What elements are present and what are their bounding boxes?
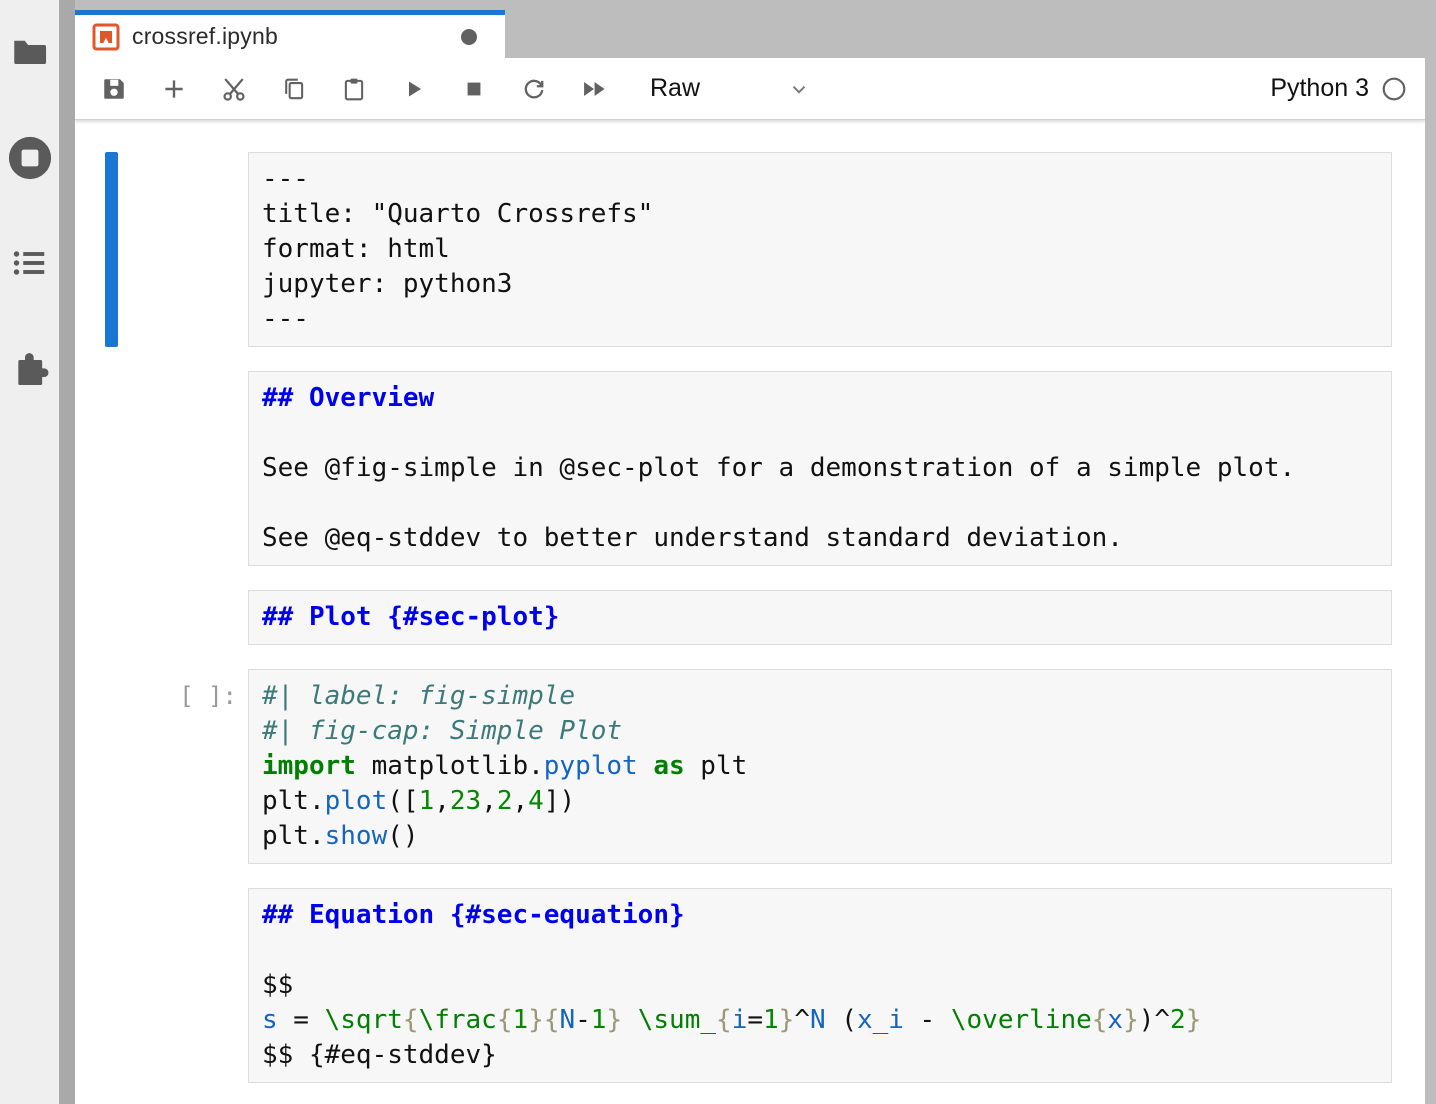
cell-prompt — [75, 888, 248, 1083]
main-panel: crossref.ipynb — [75, 0, 1425, 1104]
code-line: --- — [262, 162, 1378, 197]
cell-type-dropdown[interactable]: Raw — [650, 74, 810, 103]
notebook-area: ---title: "Quarto Crossrefs"format: html… — [75, 120, 1425, 1104]
folder-icon[interactable] — [12, 37, 48, 67]
restart-kernel-button[interactable] — [515, 69, 553, 109]
notebook-icon — [92, 23, 120, 51]
chevron-down-icon — [788, 78, 810, 100]
code-line: #| label: fig-simple — [262, 679, 1378, 714]
notebook-cell-markdown[interactable]: ## Plot {#sec-plot} — [75, 590, 1425, 645]
save-button[interactable] — [95, 69, 133, 109]
sidebar-divider — [59, 0, 75, 1104]
code-line: plt.show() — [262, 819, 1378, 854]
cell-collapser[interactable] — [105, 669, 118, 864]
tab-bar: crossref.ipynb — [75, 0, 1425, 58]
notebook-cell-markdown[interactable]: ## Overview See @fig-simple in @sec-plot… — [75, 371, 1425, 566]
code-line: #| fig-cap: Simple Plot — [262, 714, 1378, 749]
code-line: ## Overview — [262, 381, 1378, 416]
scissors-icon[interactable] — [215, 69, 253, 109]
code-line — [262, 486, 1378, 521]
cell-collapser[interactable] — [105, 888, 118, 1083]
cell-prompt — [75, 371, 248, 566]
code-line: $$ — [262, 968, 1378, 1003]
tab-dirty-indicator[interactable] — [461, 29, 477, 45]
code-line: ## Equation {#sec-equation} — [262, 898, 1378, 933]
cell-prompt — [75, 590, 248, 645]
cell-collapser[interactable] — [105, 590, 118, 645]
code-line: title: "Quarto Crossrefs" — [262, 197, 1378, 232]
cell-collapser[interactable] — [105, 371, 118, 566]
paste-cells-button[interactable] — [335, 69, 373, 109]
kernel-status-icon[interactable] — [1381, 76, 1407, 102]
notebook-cell-raw[interactable]: ---title: "Quarto Crossrefs"format: html… — [75, 152, 1425, 347]
copy-cells-button[interactable] — [275, 69, 313, 109]
window-edge — [1425, 0, 1436, 1104]
cell-editor[interactable]: ## Overview See @fig-simple in @sec-plot… — [248, 371, 1392, 566]
notebook-cell-code[interactable]: [ ]:#| label: fig-simple#| fig-cap: Simp… — [75, 669, 1425, 864]
code-line: --- — [262, 302, 1378, 337]
fast-forward-icon[interactable] — [575, 69, 613, 109]
notebook-toolbar: Raw Python 3 — [75, 58, 1425, 120]
notebook-cell-markdown[interactable]: ## Equation {#sec-equation} $$s = \sqrt{… — [75, 888, 1425, 1083]
running-kernels-icon[interactable] — [7, 135, 53, 181]
code-line: import matplotlib.pyplot as plt — [262, 749, 1378, 784]
tab-crossref-ipynb[interactable]: crossref.ipynb — [75, 10, 505, 58]
code-line: See @fig-simple in @sec-plot for a demon… — [262, 451, 1378, 486]
cell-editor[interactable]: ## Equation {#sec-equation} $$s = \sqrt{… — [248, 888, 1392, 1083]
insert-cell-button[interactable] — [155, 69, 193, 109]
interrupt-kernel-button[interactable] — [455, 69, 493, 109]
code-line: ## Plot {#sec-plot} — [262, 600, 1378, 635]
cell-collapser[interactable] — [105, 152, 118, 347]
code-line: plt.plot([1,23,2,4]) — [262, 784, 1378, 819]
tab-title: crossref.ipynb — [132, 23, 278, 50]
code-line: format: html — [262, 232, 1378, 267]
left-sidebar — [0, 0, 59, 1104]
code-line — [262, 416, 1378, 451]
code-line: s = \sqrt{\frac{1}{N-1} \sum_{i=1}^N (x_… — [262, 1003, 1378, 1038]
run-cell-button[interactable] — [395, 69, 433, 109]
puzzle-icon[interactable] — [10, 350, 50, 390]
cell-prompt — [75, 152, 248, 347]
code-line — [262, 933, 1378, 968]
cell-prompt: [ ]: — [75, 669, 248, 864]
table-of-contents-icon[interactable] — [12, 248, 48, 278]
kernel-group: Python 3 — [1270, 74, 1425, 103]
cell-type-value: Raw — [650, 74, 700, 103]
code-line: See @eq-stddev to better understand stan… — [262, 521, 1378, 556]
cell-editor[interactable]: ## Plot {#sec-plot} — [248, 590, 1392, 645]
cell-editor[interactable]: #| label: fig-simple#| fig-cap: Simple P… — [248, 669, 1392, 864]
code-line: jupyter: python3 — [262, 267, 1378, 302]
code-line: $$ {#eq-stddev} — [262, 1038, 1378, 1073]
kernel-name[interactable]: Python 3 — [1270, 74, 1369, 103]
cell-editor[interactable]: ---title: "Quarto Crossrefs"format: html… — [248, 152, 1392, 347]
